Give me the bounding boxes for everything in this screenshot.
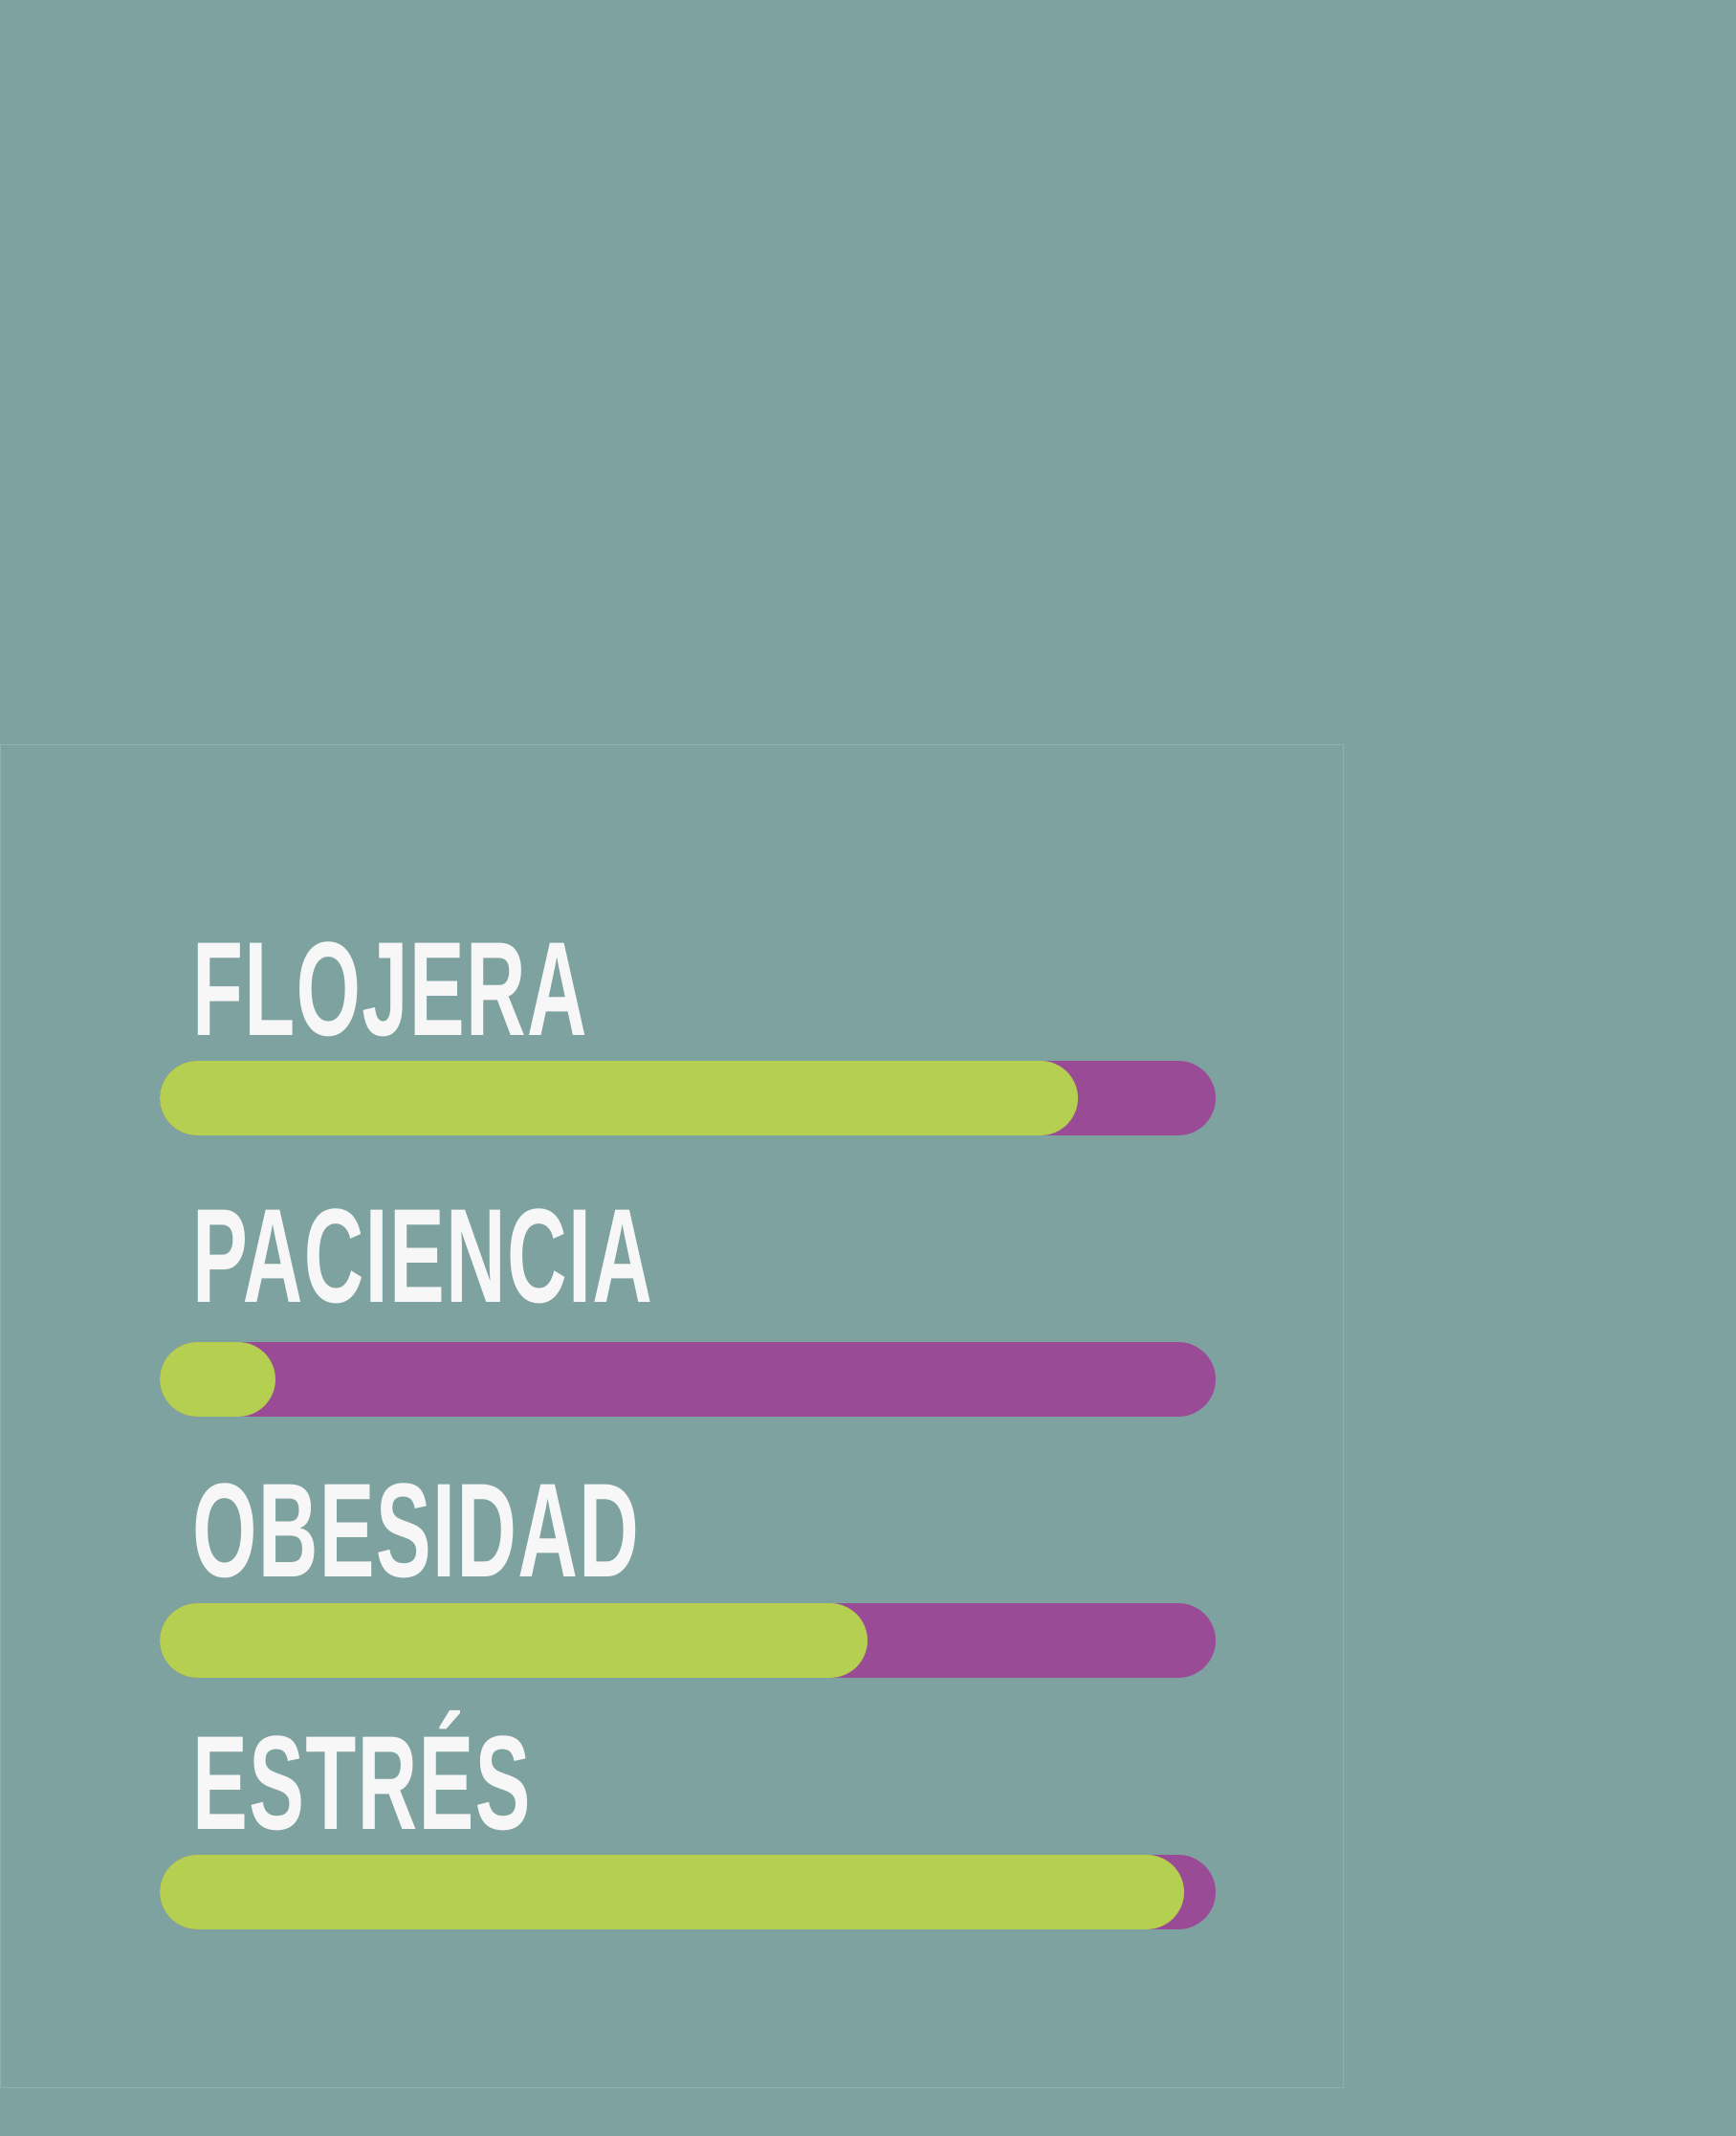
stat-label: OBESIDAD <box>192 1455 641 1605</box>
stat-bar-fill <box>160 1061 1079 1135</box>
stat-bar-track <box>160 1342 1216 1417</box>
stat-bar-track <box>160 1603 1216 1678</box>
stat-bar-fill <box>160 1342 276 1417</box>
stat-label: ESTRÉS <box>192 1707 532 1858</box>
stat-bar-track <box>160 1855 1216 1929</box>
stats-panel: FLOJERA PACIENCIA OBESIDAD ESTRÉS <box>0 744 1344 2088</box>
stat-label: PACIENCIA <box>192 1180 654 1331</box>
stat-bar-track <box>160 1061 1216 1135</box>
stat-label: FLOJERA <box>192 914 588 1064</box>
stat-bar-fill <box>160 1855 1184 1929</box>
stat-bar-fill <box>160 1603 868 1678</box>
